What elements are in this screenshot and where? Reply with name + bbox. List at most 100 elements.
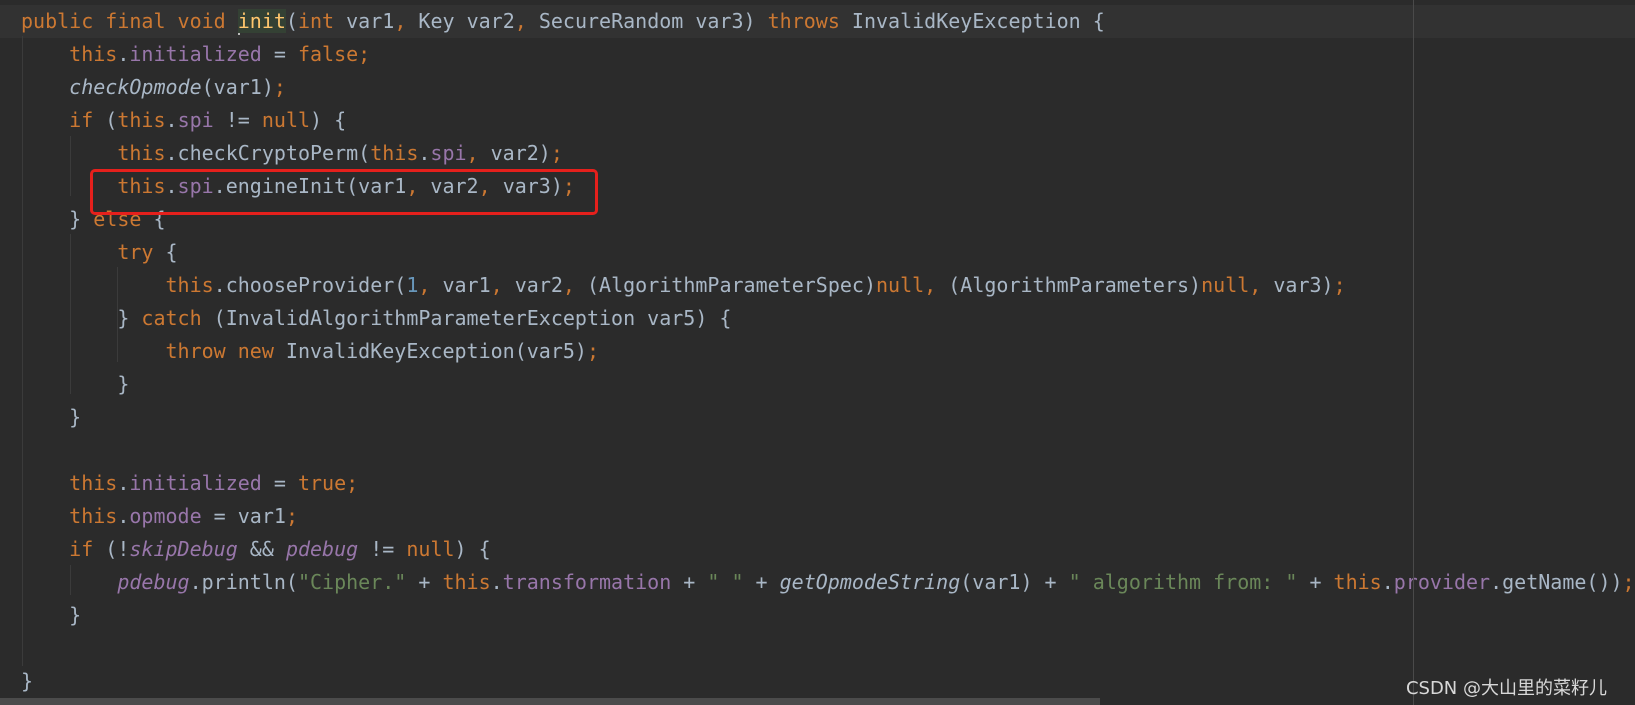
code-token: skipDebug <box>129 537 238 561</box>
code-line[interactable] <box>0 632 1635 665</box>
code-token: ) { <box>454 537 491 561</box>
code-token: } <box>21 306 142 330</box>
code-token: ; <box>586 339 599 363</box>
code-token: int <box>297 9 347 33</box>
code-token: var2 <box>514 273 563 297</box>
code-token: } <box>21 603 82 627</box>
code-token: && <box>237 537 286 561</box>
code-token: != <box>213 108 262 132</box>
code-line[interactable]: this.initialized = false; <box>0 38 1635 71</box>
code-token: checkOpmode <box>69 75 202 99</box>
code-line[interactable]: if (this.spi != null) { <box>0 104 1635 137</box>
code-token: false; <box>297 42 371 66</box>
code-token: InvalidKeyException { <box>851 9 1105 33</box>
code-token: = <box>261 471 298 495</box>
code-token: .chooseProvider( <box>213 273 407 297</box>
code-token: ) { <box>310 108 347 132</box>
code-token: } <box>21 372 130 396</box>
code-token: + <box>406 570 443 594</box>
code-token: null, <box>875 273 949 297</box>
code-token: var3) <box>1273 273 1334 297</box>
code-token: this <box>1333 570 1382 594</box>
code-token: (var1) <box>201 75 274 99</box>
code-token: } <box>21 207 94 231</box>
code-token: if <box>69 537 106 561</box>
code-token: , <box>466 141 491 165</box>
code-token: (AlgorithmParameterSpec) <box>587 273 876 297</box>
code-token: = var1 <box>201 504 286 528</box>
code-token: } <box>21 669 34 693</box>
code-line[interactable]: if (!skipDebug && pdebug != null) { <box>0 533 1635 566</box>
code-token: . <box>165 108 178 132</box>
code-line[interactable]: this.chooseProvider(1, var1, var2, (Algo… <box>0 269 1635 302</box>
code-token: initialized <box>129 42 262 66</box>
code-token: provider <box>1393 570 1491 594</box>
code-line[interactable]: checkOpmode(var1); <box>0 71 1635 104</box>
code-line[interactable]: } <box>0 368 1635 401</box>
code-token: spi <box>177 108 214 132</box>
horizontal-scrollbar[interactable] <box>0 698 1100 705</box>
code-token: SecureRandom var3) <box>538 9 768 33</box>
code-token: this <box>69 42 118 66</box>
code-token: transformation <box>502 570 672 594</box>
indent-guide <box>117 267 118 362</box>
code-token: ( <box>285 9 298 33</box>
code-token: , <box>394 9 419 33</box>
code-token: .println( <box>189 570 298 594</box>
code-token: spi <box>430 141 467 165</box>
code-line[interactable] <box>0 434 1635 467</box>
code-token: this <box>442 570 491 594</box>
indent-guide <box>22 36 23 666</box>
code-token: this <box>117 108 166 132</box>
code-token: catch <box>141 306 214 330</box>
code-token: , <box>562 273 587 297</box>
code-token: "Cipher." <box>297 570 407 594</box>
code-token: (AlgorithmParameters) <box>948 273 1202 297</box>
code-token: ; <box>285 504 298 528</box>
code-token: . <box>490 570 503 594</box>
code-line[interactable]: public final void init(int var1, Key var… <box>0 5 1635 38</box>
code-token: ; <box>550 141 563 165</box>
code-line[interactable]: } catch (InvalidAlgorithmParameterExcept… <box>0 302 1635 335</box>
code-token: (var1) + <box>960 570 1069 594</box>
code-token: .getName()) <box>1490 570 1623 594</box>
code-token: } <box>21 405 82 429</box>
code-line[interactable]: pdebug.println("Cipher." + this.transfor… <box>0 566 1635 599</box>
code-token: pdebug <box>117 570 190 594</box>
code-line[interactable]: } <box>0 665 1635 698</box>
code-token: , <box>418 273 443 297</box>
code-token: = <box>261 42 298 66</box>
code-line[interactable]: throw new InvalidKeyException(var5); <box>0 335 1635 368</box>
code-line[interactable]: } <box>0 599 1635 632</box>
code-token: ; <box>1333 273 1346 297</box>
highlight-annotation-box <box>90 169 598 215</box>
code-token: opmode <box>129 504 202 528</box>
right-margin-guide <box>1413 0 1414 705</box>
code-token: null, <box>1201 273 1274 297</box>
code-token: . <box>117 504 130 528</box>
indent-guide <box>70 136 71 196</box>
code-line[interactable]: this.initialized = true; <box>0 467 1635 500</box>
code-token: . <box>117 471 130 495</box>
code-token: (! <box>105 537 130 561</box>
code-token: this <box>165 273 214 297</box>
indent-guide <box>70 234 71 394</box>
code-line[interactable]: } <box>0 401 1635 434</box>
code-line[interactable]: this.checkCryptoPerm(this.spi, var2); <box>0 137 1635 170</box>
code-line[interactable]: try { <box>0 236 1635 269</box>
code-token: " algorithm from: " <box>1068 570 1298 594</box>
code-line[interactable]: this.opmode = var1; <box>0 500 1635 533</box>
code-token: 1 <box>406 273 419 297</box>
code-token: this <box>69 504 118 528</box>
code-token: . <box>418 141 431 165</box>
code-token: . <box>117 42 130 66</box>
code-token: this <box>69 471 118 495</box>
code-token: this <box>370 141 419 165</box>
code-token: var1 <box>442 273 491 297</box>
code-token: public final void <box>21 9 238 33</box>
